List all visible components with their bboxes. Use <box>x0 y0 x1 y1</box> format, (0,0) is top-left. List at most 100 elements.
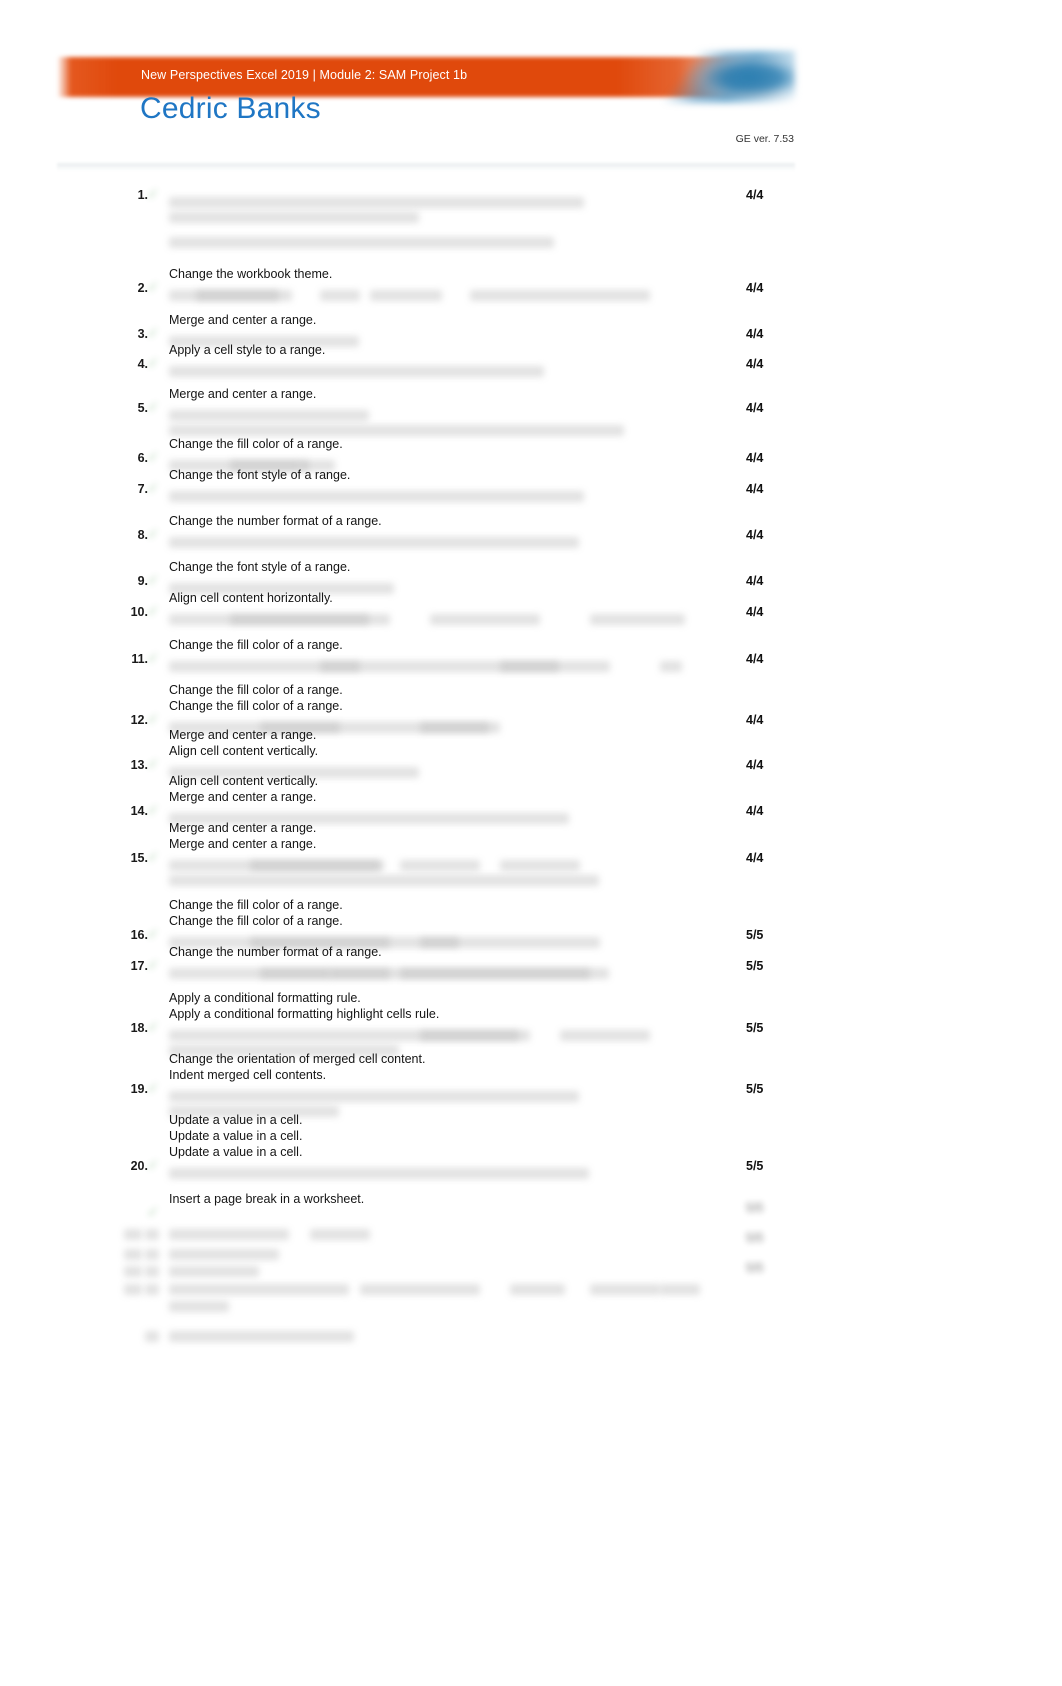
redacted-task-description <box>169 410 369 421</box>
task-label-group: Apply a conditional formatting rule. Appl… <box>169 990 639 1022</box>
task-score: 4/4 <box>746 574 764 588</box>
task-status-check-icon: ✓ <box>146 1019 160 1036</box>
task-label-group: Align cell content vertically. Merge and … <box>169 773 639 805</box>
task-label-group: Change the fill color of a range. <box>169 436 639 452</box>
task-label: Update a value in a cell. <box>169 1113 303 1127</box>
redacted-task-description <box>660 1284 700 1295</box>
task-score: 4/4 <box>746 804 764 818</box>
redacted-task-description <box>145 1266 159 1277</box>
redacted-task-description <box>169 1168 589 1179</box>
task-label: Apply a conditional formatting highlight… <box>169 1007 440 1021</box>
task-score: 4/4 <box>746 451 764 465</box>
redacted-task-description <box>230 614 390 625</box>
task-score: 4/4 <box>746 482 764 496</box>
task-label: Merge and center a range. <box>169 387 317 401</box>
task-label-group: Change the font style of a range. <box>169 559 639 575</box>
task-score: 4/4 <box>746 758 764 772</box>
redacted-task-description <box>169 1301 229 1312</box>
task-label: Align cell content vertically. <box>169 744 319 758</box>
redacted-task-description <box>145 1249 159 1260</box>
redacted-task-score: 5/5 <box>746 1261 764 1275</box>
task-label: Merge and center a range. <box>169 728 317 742</box>
redacted-task-description <box>169 1331 354 1342</box>
task-label: Change the orientation of merged cell co… <box>169 1052 426 1066</box>
task-score: 4/4 <box>746 528 764 542</box>
redacted-task-description <box>420 1030 530 1041</box>
task-label: Change the font style of a range. <box>169 560 351 574</box>
task-score: 4/4 <box>746 327 764 341</box>
student-meta <box>141 126 401 141</box>
redacted-task-description <box>500 661 610 672</box>
redacted-task-description <box>500 860 580 871</box>
ge-version-label: GE ver. 7.53 <box>735 133 794 145</box>
task-label: Merge and center a range. <box>169 837 317 851</box>
task-score: 4/4 <box>746 605 764 619</box>
redacted-task-description <box>169 1284 349 1295</box>
task-label: Change the number format of a range. <box>169 514 382 528</box>
redacted-task-description <box>169 425 624 436</box>
task-status-check-icon: ✓ <box>146 1204 160 1221</box>
task-score: 4/4 <box>746 281 764 295</box>
task-label-group: Merge and center a range. <box>169 312 639 328</box>
task-label: Change the fill color of a range. <box>169 914 343 928</box>
task-label-group: Merge and center a range. Merge and cente… <box>169 820 639 852</box>
task-status-check-icon: ✓ <box>146 572 160 589</box>
redacted-task-description <box>124 1284 142 1295</box>
task-score: 5/5 <box>746 928 764 942</box>
task-status-check-icon: ✓ <box>146 1080 160 1097</box>
task-label-group: Change the workbook theme. <box>169 266 639 282</box>
task-score: 4/4 <box>746 713 764 727</box>
task-label: Insert a page break in a worksheet. <box>169 1192 365 1206</box>
redacted-task-description <box>560 1030 650 1041</box>
task-score: 4/4 <box>746 652 764 666</box>
list-top-divider <box>57 163 795 171</box>
task-status-check-icon: ✓ <box>146 526 160 543</box>
task-score: 5/5 <box>746 959 764 973</box>
task-status-check-icon: ✓ <box>146 957 160 974</box>
task-label-group: Change the number format of a range. <box>169 944 639 960</box>
redacted-task-description <box>169 366 544 377</box>
redacted-task-description <box>400 860 480 871</box>
redacted-task-description <box>510 1284 565 1295</box>
redacted-task-description <box>330 968 390 979</box>
redacted-task-description <box>145 1229 159 1240</box>
task-label: Change the fill color of a range. <box>169 898 343 912</box>
redacted-task-description <box>145 1284 159 1295</box>
task-status-check-icon: ✓ <box>146 756 160 773</box>
task-status-check-icon: ✓ <box>146 279 160 296</box>
task-label-group: Change the fill color of a range. <box>169 637 639 653</box>
redacted-task-description <box>169 875 599 886</box>
redacted-task-description <box>124 1229 142 1240</box>
task-label-group: Apply a cell style to a range. <box>169 342 639 358</box>
task-label: Change the number format of a range. <box>169 945 382 959</box>
task-score: 5/5 <box>746 1159 764 1173</box>
task-label-group: Merge and center a range. Align cell cont… <box>169 727 639 759</box>
task-label: Indent merged cell contents. <box>169 1068 327 1082</box>
task-label: Merge and center a range. <box>169 821 317 835</box>
redacted-task-description <box>169 237 554 248</box>
redacted-task-description <box>660 661 682 672</box>
task-score: 4/4 <box>746 188 764 202</box>
redacted-task-description <box>360 1284 480 1295</box>
redacted-task-description <box>169 197 584 208</box>
task-label: Change the font style of a range. <box>169 468 351 482</box>
task-label-group: Align cell content horizontally. <box>169 590 639 606</box>
task-status-check-icon: ✓ <box>146 325 160 342</box>
task-label-group: Change the fill color of a range. Change … <box>169 897 639 929</box>
redacted-task-description <box>310 1229 370 1240</box>
task-label: Apply a cell style to a range. <box>169 343 326 357</box>
task-label-group: Insert a page break in a worksheet. <box>169 1191 639 1207</box>
redacted-task-description <box>169 1266 259 1277</box>
redacted-task-description <box>430 614 540 625</box>
task-status-check-icon: ✓ <box>146 449 160 466</box>
task-label-group: Merge and center a range. <box>169 386 639 402</box>
task-score: 4/4 <box>746 401 764 415</box>
redacted-task-description <box>124 1266 142 1277</box>
task-label-group: Change the font style of a range. <box>169 467 639 483</box>
redacted-task-description <box>169 491 584 502</box>
task-score: 4/4 <box>746 357 764 371</box>
redacted-task-description <box>196 290 292 301</box>
task-score: 5/5 <box>746 1021 764 1035</box>
redacted-task-score: 5/5 <box>746 1201 764 1215</box>
task-label-group: Change the number format of a range. <box>169 513 639 529</box>
